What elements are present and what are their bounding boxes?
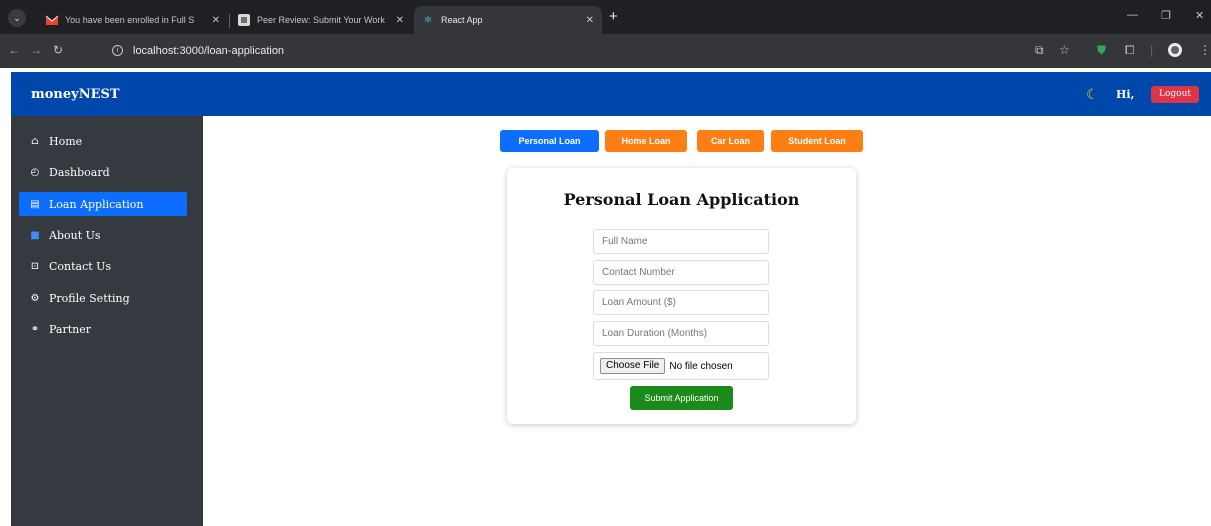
sidebar-item-label: Contact Us [49, 259, 112, 273]
browser-menu-icon[interactable]: ⋮ [1199, 43, 1211, 57]
tab-title: You have been enrolled in Full S [65, 15, 195, 25]
form-title: Personal Loan Application [563, 190, 800, 209]
full-name-input[interactable] [593, 229, 769, 254]
sidebar-item-label: Loan Application [49, 197, 144, 211]
close-tab-icon[interactable]: ✕ [396, 15, 404, 26]
brand-logo[interactable]: moneyNEST [31, 87, 120, 102]
toolbar-divider: | [1150, 43, 1154, 57]
logout-button[interactable]: Logout [1151, 86, 1199, 103]
submit-application-button[interactable]: Submit Application [630, 386, 733, 410]
main-content: Personal Loan Home Loan Car Loan Student… [203, 116, 1211, 526]
contact-number-input[interactable] [593, 260, 769, 285]
tab-title: React App [441, 15, 483, 25]
car-loan-button[interactable]: Car Loan [697, 130, 764, 152]
browser-tab-strip: ⌄ You have been enrolled in Full S ✕ Pee… [0, 0, 1211, 34]
sidebar-item-label: Dashboard [49, 165, 110, 179]
handshake-icon: ⚭ [30, 323, 40, 335]
sidebar-item-loan-application[interactable]: ▤ Loan Application [19, 192, 187, 216]
extensions-puzzle-icon[interactable]: ⧠ [1125, 43, 1135, 57]
reload-icon[interactable]: ↻ [53, 43, 63, 57]
cast-icon[interactable]: ⧉ [1035, 43, 1044, 57]
user-greeting: Hi, [1116, 88, 1135, 101]
file-upload-field: Choose File No file chosen [593, 352, 769, 380]
app-header: moneyNEST ☾ Hi, Logout [11, 72, 1211, 116]
browser-toolbar: ← → ↻ i localhost:3000/loan-application … [0, 34, 1211, 68]
sidebar-item-about-us[interactable]: ■ About Us [19, 223, 187, 247]
browser-tab-gmail[interactable]: You have been enrolled in Full S ✕ [38, 6, 228, 34]
sidebar-item-dashboard[interactable]: ◴ Dashboard [19, 160, 187, 184]
sidebar-item-label: About Us [49, 228, 101, 242]
dashboard-icon: ◴ [30, 166, 40, 178]
choose-file-button[interactable]: Choose File [600, 358, 666, 374]
extension-shield-icon[interactable]: ⛊ [1097, 43, 1106, 57]
home-loan-button[interactable]: Home Loan [605, 130, 687, 152]
tab-title: Peer Review: Submit Your Work [257, 15, 385, 25]
sidebar-item-partner[interactable]: ⚭ Partner [19, 317, 187, 341]
browser-tab-react-app[interactable]: ⚛ React App ✕ [414, 6, 602, 34]
gear-icon: ⚙ [30, 292, 40, 304]
coursera-icon [238, 14, 250, 26]
sidebar-item-profile-setting[interactable]: ⚙ Profile Setting [19, 286, 187, 310]
close-tab-icon[interactable]: ✕ [212, 15, 220, 26]
sidebar-item-label: Profile Setting [49, 291, 130, 305]
sidebar-item-label: Partner [49, 322, 91, 336]
browser-tab-peer-review[interactable]: Peer Review: Submit Your Work ✕ [230, 6, 412, 34]
personal-loan-button[interactable]: Personal Loan [500, 130, 599, 152]
theme-toggle-moon-icon[interactable]: ☾ [1086, 86, 1099, 102]
react-icon: ⚛ [423, 14, 433, 26]
info-icon: ■ [30, 229, 40, 241]
site-info-icon[interactable]: i [112, 45, 123, 56]
url-text[interactable]: localhost:3000/loan-application [133, 45, 284, 57]
restore-icon[interactable]: ❐ [1161, 9, 1171, 22]
contact-icon: ⊡ [30, 260, 40, 272]
loan-duration-input[interactable] [593, 321, 769, 346]
forward-icon[interactable]: → [30, 43, 42, 57]
sidebar-item-contact-us[interactable]: ⊡ Contact Us [19, 254, 187, 278]
loan-amount-input[interactable] [593, 290, 769, 315]
close-tab-icon[interactable]: ✕ [586, 15, 594, 26]
sidebar-item-label: Home [49, 134, 83, 148]
bookmark-star-icon[interactable]: ☆ [1059, 43, 1070, 57]
profile-avatar-icon[interactable] [1168, 43, 1182, 60]
back-icon[interactable]: ← [8, 43, 20, 57]
close-window-icon[interactable]: ✕ [1195, 9, 1204, 22]
minimize-icon[interactable]: — [1127, 9, 1138, 21]
sidebar: ⌂ Home ◴ Dashboard ▤ Loan Application ■ … [11, 116, 203, 526]
loan-application-card: Personal Loan Application Choose File No… [507, 168, 856, 424]
tab-search-icon[interactable]: ⌄ [8, 9, 26, 27]
home-icon: ⌂ [31, 135, 39, 147]
application-icon: ▤ [30, 198, 40, 210]
gmail-icon [46, 14, 58, 26]
file-status-text: No file chosen [669, 360, 733, 372]
student-loan-button[interactable]: Student Loan [771, 130, 863, 152]
new-tab-button[interactable]: + [609, 9, 618, 25]
sidebar-item-home[interactable]: ⌂ Home [19, 129, 187, 153]
